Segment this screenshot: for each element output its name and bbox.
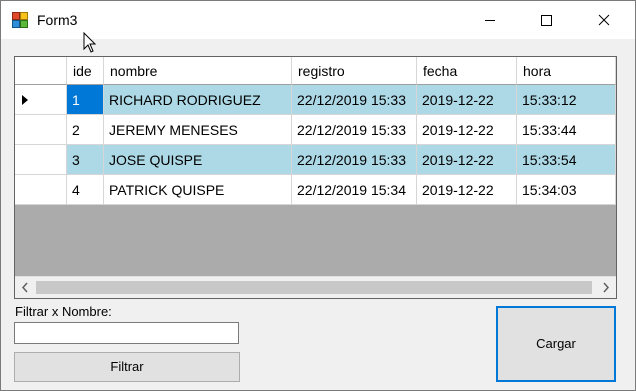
cell-registro[interactable]: 22/12/2019 15:33 bbox=[292, 115, 417, 145]
cell-fecha[interactable]: 2019-12-22 bbox=[417, 145, 517, 175]
cell-ide[interactable]: 1 bbox=[67, 85, 104, 115]
cell-registro[interactable]: 22/12/2019 15:33 bbox=[292, 85, 417, 115]
filter-button[interactable]: Filtrar bbox=[14, 352, 240, 382]
form3-window: Form3 ide nombre registro fecha hora 1 R… bbox=[0, 0, 636, 391]
cell-registro[interactable]: 22/12/2019 15:34 bbox=[292, 175, 417, 205]
data-grid[interactable]: ide nombre registro fecha hora 1 RICHARD… bbox=[14, 56, 617, 299]
column-header-registro[interactable]: registro bbox=[292, 57, 417, 85]
cell-fecha[interactable]: 2019-12-22 bbox=[417, 115, 517, 145]
table-row[interactable]: 4 PATRICK QUISPE 22/12/2019 15:34 2019-1… bbox=[15, 175, 616, 205]
maximize-button[interactable] bbox=[523, 1, 569, 39]
scroll-left-button[interactable] bbox=[15, 277, 35, 298]
minimize-icon bbox=[485, 20, 495, 21]
cell-ide[interactable]: 4 bbox=[67, 175, 104, 205]
filter-label: Filtrar x Nombre: bbox=[15, 304, 112, 319]
close-button[interactable] bbox=[581, 1, 627, 39]
cell-registro[interactable]: 22/12/2019 15:33 bbox=[292, 145, 417, 175]
cell-ide[interactable]: 2 bbox=[67, 115, 104, 145]
column-header-nombre[interactable]: nombre bbox=[104, 57, 292, 85]
cell-ide[interactable]: 3 bbox=[67, 145, 104, 175]
load-button[interactable]: Cargar bbox=[496, 306, 616, 382]
grid-corner-header[interactable] bbox=[15, 57, 67, 85]
window-title: Form3 bbox=[37, 12, 78, 28]
form-app-icon bbox=[12, 12, 28, 28]
cell-hora[interactable]: 15:34:03 bbox=[517, 175, 616, 205]
minimize-button[interactable] bbox=[467, 1, 513, 39]
cell-hora[interactable]: 15:33:12 bbox=[517, 85, 616, 115]
cell-nombre[interactable]: PATRICK QUISPE bbox=[104, 175, 292, 205]
scrollbar-thumb[interactable] bbox=[36, 281, 592, 294]
cell-nombre[interactable]: JOSE QUISPE bbox=[104, 145, 292, 175]
scroll-right-button[interactable] bbox=[596, 277, 616, 298]
row-header[interactable] bbox=[15, 115, 67, 145]
column-header-hora[interactable]: hora bbox=[517, 57, 616, 85]
column-header-ide[interactable]: ide bbox=[67, 57, 104, 85]
cell-fecha[interactable]: 2019-12-22 bbox=[417, 175, 517, 205]
mouse-cursor-icon bbox=[83, 32, 97, 53]
chevron-left-icon bbox=[21, 282, 28, 293]
cell-fecha[interactable]: 2019-12-22 bbox=[417, 85, 517, 115]
cell-nombre[interactable]: JEREMY MENESES bbox=[104, 115, 292, 145]
row-header[interactable] bbox=[15, 175, 67, 205]
chevron-right-icon bbox=[603, 282, 610, 293]
row-header[interactable] bbox=[15, 85, 67, 115]
cell-nombre[interactable]: RICHARD RODRIGUEZ bbox=[104, 85, 292, 115]
close-icon bbox=[598, 14, 610, 26]
row-header[interactable] bbox=[15, 145, 67, 175]
maximize-icon bbox=[541, 15, 552, 26]
cell-hora[interactable]: 15:33:44 bbox=[517, 115, 616, 145]
row-pointer-icon bbox=[22, 95, 28, 105]
filter-name-input[interactable] bbox=[14, 322, 239, 344]
table-row[interactable]: 2 JEREMY MENESES 22/12/2019 15:33 2019-1… bbox=[15, 115, 616, 145]
table-row[interactable]: 1 RICHARD RODRIGUEZ 22/12/2019 15:33 201… bbox=[15, 85, 616, 115]
column-header-fecha[interactable]: fecha bbox=[417, 57, 517, 85]
table-row[interactable]: 3 JOSE QUISPE 22/12/2019 15:33 2019-12-2… bbox=[15, 145, 616, 175]
horizontal-scrollbar[interactable] bbox=[15, 276, 616, 298]
cell-hora[interactable]: 15:33:54 bbox=[517, 145, 616, 175]
